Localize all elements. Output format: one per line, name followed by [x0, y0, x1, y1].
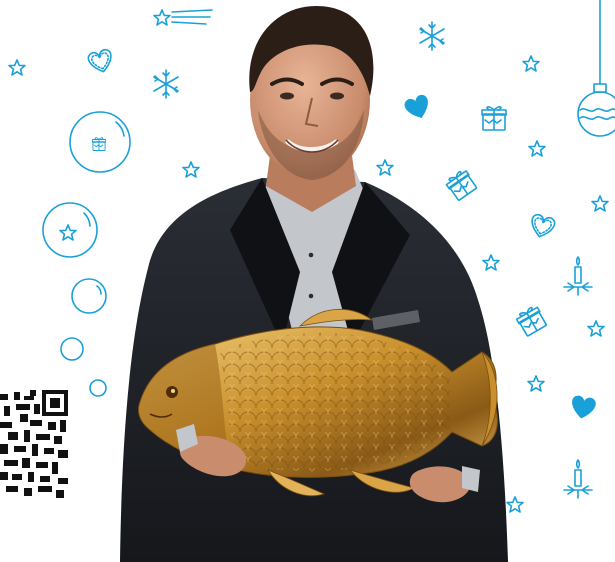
christmas-ad-image: [0, 0, 615, 562]
man-with-golden-carp: [120, 6, 508, 562]
